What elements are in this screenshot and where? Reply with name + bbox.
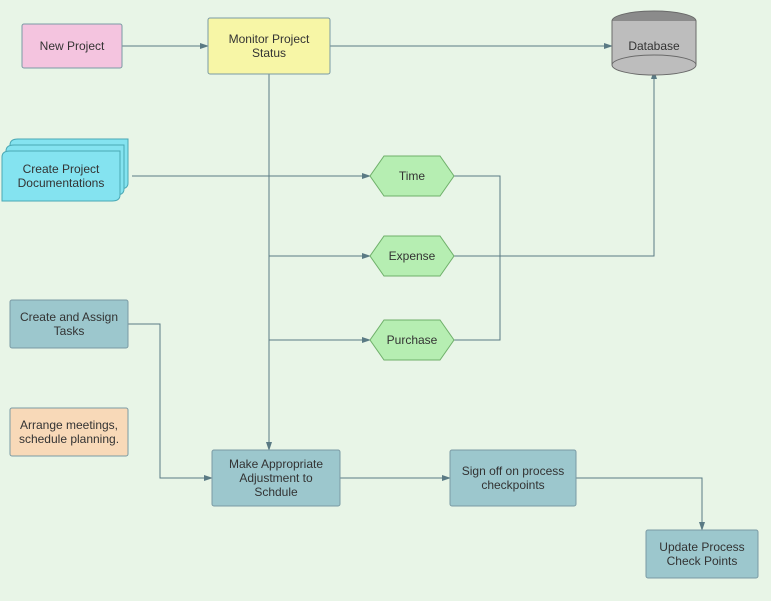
create-docs-label: Create Project Documentations: [4, 153, 118, 199]
make-adjustment-label: Make Appropriate Adjustment to Schdule: [212, 450, 340, 506]
update-checkpoints-label: Update Process Check Points: [646, 530, 758, 578]
node-purchase: Purchase: [370, 320, 454, 360]
node-expense: Expense: [370, 236, 454, 276]
database-label: Database: [628, 39, 680, 53]
monitor-status-label: Monitor Project Status: [208, 18, 330, 74]
node-create-tasks: Create and Assign Tasks: [10, 300, 128, 348]
edge-signoff-update: [576, 478, 702, 530]
node-create-docs: Create Project Documentations: [2, 139, 128, 201]
purchase-label: Purchase: [387, 333, 438, 347]
node-new-project: New Project: [22, 24, 122, 68]
node-make-adjustment: Make Appropriate Adjustment to Schdule: [212, 450, 340, 506]
node-monitor-status: Monitor Project Status: [208, 18, 330, 74]
create-tasks-label: Create and Assign Tasks: [10, 300, 128, 348]
sign-off-label: Sign off on process checkpoints: [450, 450, 576, 506]
node-time: Time: [370, 156, 454, 196]
node-arrange-meetings: Arrange meetings, schedule planning.: [10, 408, 128, 456]
edge-hex-bus: [454, 176, 500, 340]
edge-bus-to-database: [500, 71, 654, 256]
node-database: Database: [612, 11, 696, 75]
node-sign-off: Sign off on process checkpoints: [450, 450, 576, 506]
arrange-meetings-label: Arrange meetings, schedule planning.: [10, 408, 128, 456]
time-label: Time: [399, 169, 426, 183]
new-project-label: New Project: [40, 39, 105, 53]
edge-tasks-adjustment: [128, 324, 212, 478]
node-update-checkpoints: Update Process Check Points: [646, 530, 758, 578]
expense-label: Expense: [389, 249, 436, 263]
